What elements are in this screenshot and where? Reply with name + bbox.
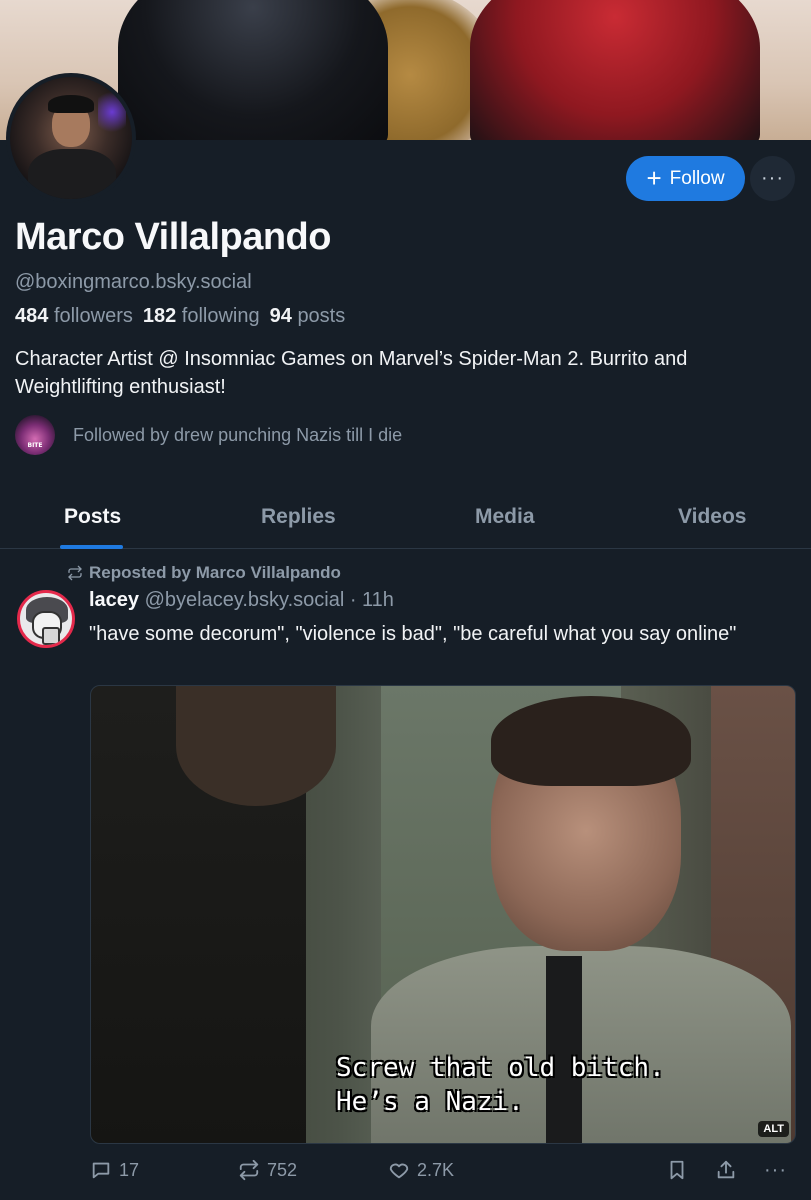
posts-count: 94	[269, 305, 292, 327]
repost-count: 752	[267, 1159, 298, 1180]
followed-by-row[interactable]: BITE Followed by drew punching Nazis til…	[15, 415, 402, 455]
alt-text-badge[interactable]: ALT	[758, 1121, 789, 1137]
like-count: 2.7K	[417, 1159, 455, 1180]
post-action-bar: 17 752 2.7K ···	[0, 1155, 811, 1191]
repost-label: Reposted by Marco Villalpando	[89, 563, 341, 582]
following-label: following	[181, 305, 260, 327]
post-timestamp[interactable]: · 11h	[350, 589, 394, 611]
reply-count: 17	[119, 1159, 140, 1180]
follow-button-label: Follow	[669, 167, 725, 189]
reply-button[interactable]: 17	[90, 1159, 139, 1181]
active-tab-indicator	[60, 545, 123, 549]
follower-avatar: BITE	[15, 415, 55, 455]
like-button[interactable]: 2.7K	[388, 1159, 454, 1181]
posts-stat: 94 posts	[270, 305, 346, 328]
follow-button[interactable]: + Follow	[626, 156, 745, 201]
post-header: lacey @byelacey.bsky.social · 11h	[89, 589, 394, 612]
banner-figure-right	[470, 0, 760, 140]
profile-tabs: Posts Replies Media Videos	[0, 495, 811, 549]
followers-count: 484	[15, 305, 49, 327]
share-button[interactable]	[715, 1159, 737, 1181]
followers-stat[interactable]: 484 followers	[15, 305, 133, 328]
post-text: "have some decorum", "violence is bad", …	[89, 623, 737, 645]
profile-stats: 484 followers 182 following 94 posts	[15, 305, 345, 328]
image-caption: Screw that old bitch. He’s a Nazi.	[336, 1053, 665, 1117]
posts-label: posts	[297, 305, 346, 327]
post-more-button[interactable]: ···	[764, 1159, 787, 1182]
ellipsis-icon: ···	[764, 1159, 787, 1181]
repost-action-icon	[239, 1159, 259, 1181]
post-image[interactable]: Screw that old bitch. He’s a Nazi. ALT	[90, 685, 796, 1144]
repost-button[interactable]: 752	[238, 1159, 297, 1181]
post-author-handle[interactable]: @byelacey.bsky.social	[145, 589, 345, 611]
tab-replies[interactable]: Replies	[261, 505, 336, 529]
heart-icon	[389, 1163, 409, 1179]
followers-label: followers	[53, 305, 133, 327]
bookmark-icon	[670, 1160, 684, 1180]
repost-indicator[interactable]: Reposted by Marco Villalpando	[67, 563, 341, 583]
reply-icon	[92, 1162, 110, 1179]
post-author-avatar[interactable]	[17, 590, 75, 648]
tab-media[interactable]: Media	[475, 505, 535, 529]
tab-videos[interactable]: Videos	[678, 505, 746, 529]
plus-icon: +	[646, 162, 662, 193]
following-count: 182	[142, 305, 177, 327]
tab-posts[interactable]: Posts	[64, 505, 121, 529]
profile-bio: Character Artist @ Insomniac Games on Ma…	[15, 348, 688, 398]
following-stat[interactable]: 182 following	[143, 305, 260, 328]
ellipsis-icon: ···	[761, 167, 784, 189]
share-icon	[717, 1160, 735, 1179]
profile-handle: @boxingmarco.bsky.social	[15, 271, 252, 293]
post-author-name[interactable]: lacey	[89, 589, 139, 611]
followed-by-text: Followed by drew punching Nazis till I d…	[73, 424, 403, 445]
repost-icon	[68, 565, 82, 581]
profile-display-name: Marco Villalpando	[15, 216, 331, 258]
more-options-button[interactable]: ···	[750, 156, 795, 201]
profile-avatar[interactable]	[6, 73, 136, 203]
bookmark-button[interactable]	[666, 1159, 688, 1181]
banner-figure-left	[118, 0, 388, 140]
